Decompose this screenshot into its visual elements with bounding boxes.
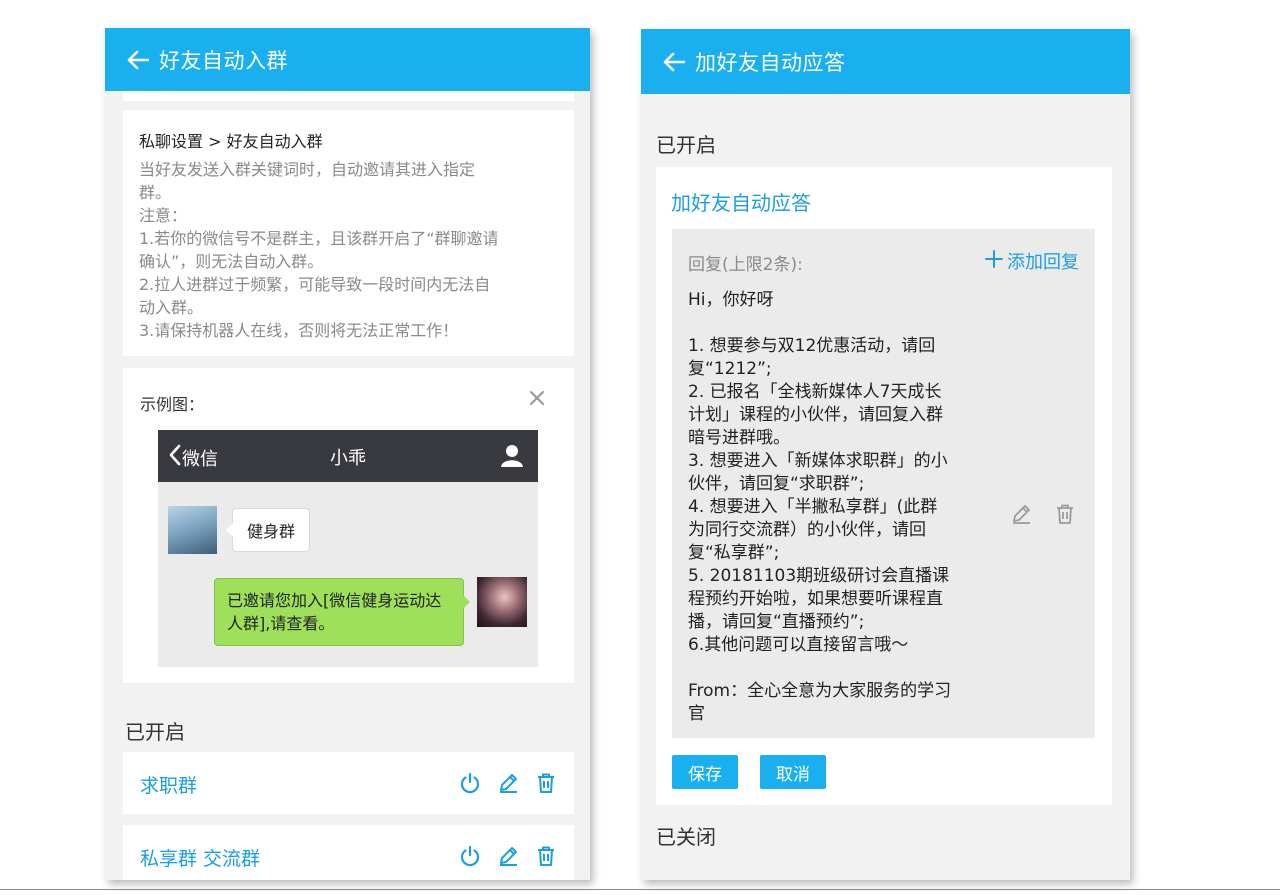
wechat-title-bar: 微信 小乖 [158, 430, 538, 482]
user-icon [500, 443, 524, 471]
arrow-left-icon[interactable] [125, 47, 151, 73]
page-title: 加好友自动应答 [695, 50, 846, 75]
reply-editor: 回复(上限2条): 添加回复 Hi，你好呀 1. 想要参与双12优惠活动，请回 … [672, 229, 1095, 738]
outgoing-message: 已邀请您加入[微信健身运动达 人群],请查看。 [214, 578, 470, 646]
description-text: 当好友发送入群关键词时，自动邀请其进入指定 群。 注意： 1.若你的微信号不是群… [139, 160, 499, 340]
list-item: 私享群 交流群 [123, 825, 574, 880]
incoming-message: 健身群 [225, 508, 311, 552]
right-screen: 加好友自动应答 已开启 加好友自动应答 回复(上限2条): 添加回复 Hi，你好… [641, 29, 1130, 880]
close-icon[interactable] [529, 390, 547, 408]
breadcrumb: 私聊设置 > 好友自动入群 [139, 132, 323, 151]
auto-reply-card: 加好友自动应答 回复(上限2条): 添加回复 Hi，你好呀 1. 想要参与双12… [656, 167, 1112, 805]
group-name[interactable]: 私享群 交流群 [140, 844, 260, 871]
reply-limit-label: 回复(上限2条): [688, 255, 803, 275]
chat-title: 小乖 [330, 448, 366, 469]
save-button[interactable]: 保存 [672, 755, 738, 789]
power-icon[interactable] [458, 771, 482, 795]
avatar [168, 506, 217, 554]
trash-icon[interactable] [534, 844, 558, 868]
add-reply-label: 添加回复 [1007, 252, 1079, 273]
add-reply-button[interactable]: 添加回复 [985, 248, 1079, 274]
pencil-icon[interactable] [1009, 502, 1033, 526]
description-card: 私聊设置 > 好友自动入群 当好友发送入群关键词时，自动邀请其进入指定 群。 注… [123, 110, 574, 356]
left-screen: 好友自动入群 私聊设置 > 好友自动入群 当好友发送入群关键词时，自动邀请其进入… [105, 28, 590, 880]
previous-card-edge [123, 91, 574, 101]
list-item: 求职群 [123, 752, 574, 814]
pencil-icon[interactable] [496, 771, 520, 795]
arrow-left-icon[interactable] [661, 49, 687, 75]
app-bar: 好友自动入群 [105, 28, 590, 91]
example-screenshot: 微信 小乖 健身群 已邀请您加入[微信健身运动达 人群],请查看。 [158, 430, 538, 667]
pencil-icon[interactable] [496, 844, 520, 868]
trash-icon[interactable] [534, 771, 558, 795]
reply-text[interactable]: Hi，你好呀 1. 想要参与双12优惠活动，请回 复“1212”; 2. 已报名… [688, 289, 988, 726]
divider [0, 889, 1280, 890]
group-name[interactable]: 求职群 [140, 771, 197, 798]
trash-icon[interactable] [1053, 502, 1077, 526]
app-bar: 加好友自动应答 [641, 29, 1130, 94]
avatar [477, 577, 527, 627]
card-title: 加好友自动应答 [671, 191, 811, 215]
example-label: 示例图： [140, 395, 205, 414]
enabled-heading: 已开启 [656, 133, 716, 157]
power-icon[interactable] [458, 844, 482, 868]
example-card: 示例图： 微信 小乖 健身群 已邀请您加入[微信健身运动达 人群],请查看。 [123, 368, 574, 683]
plus-icon [985, 249, 1003, 273]
cancel-button[interactable]: 取消 [760, 755, 826, 789]
enabled-heading: 已开启 [125, 720, 185, 744]
disabled-heading: 已关闭 [656, 825, 716, 849]
page-title: 好友自动入群 [159, 48, 288, 73]
